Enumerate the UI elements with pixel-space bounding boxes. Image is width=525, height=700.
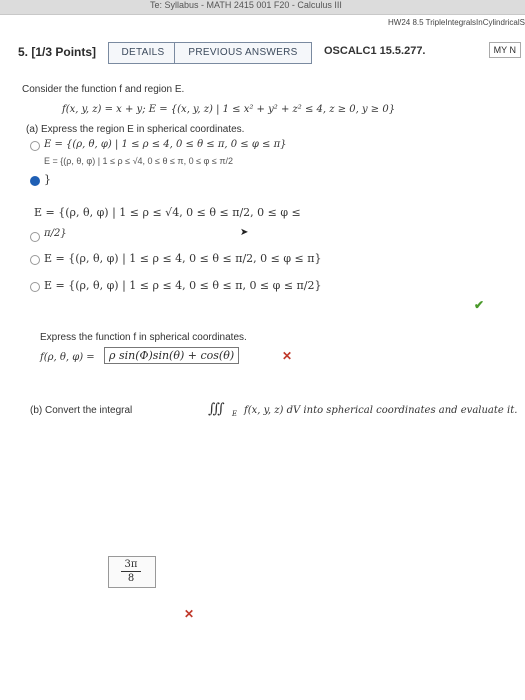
my-notes-button[interactable]: MY N — [488, 42, 521, 58]
f-spherical-answer-field[interactable]: ρ sin(Φ)sin(θ) + cos(θ) — [104, 347, 240, 364]
browser-tab-bar: Te: Syllabus - MATH 2415 001 F20 - Calcu… — [0, 0, 525, 15]
browser-tab-hw24[interactable]: HW24 8.5 TripleIntegralsInCylindricalS..… — [388, 18, 525, 27]
option-3-text: E = {(ρ, θ, φ) | 1 ≤ ρ ≤ √4, 0 ≤ θ ≤ π/2… — [34, 206, 301, 219]
option-4-radio[interactable] — [30, 255, 40, 265]
question-number: 5. [1/3 Points] — [18, 45, 97, 59]
details-button[interactable]: DETAILS — [108, 42, 178, 64]
integral-region-E: E — [232, 410, 238, 418]
answer-fraction: 3π 8 — [121, 559, 141, 584]
correct-check-icon: ✔ — [474, 298, 485, 312]
express-f-prompt: Express the function f in spherical coor… — [40, 332, 247, 343]
option-2-radio[interactable] — [30, 176, 40, 186]
option-1-text: E = {(ρ, θ, φ) | 1 ≤ ρ ≤ 4, 0 ≤ θ ≤ π, 0… — [44, 139, 287, 150]
option-5-radio[interactable] — [30, 282, 40, 292]
previous-answers-button[interactable]: PREVIOUS ANSWERS — [174, 42, 312, 64]
prompt-definition: f(x, y, z) = x + y; E = {(x, y, z) | 1 ≤… — [62, 104, 396, 115]
page: Te: Syllabus - MATH 2415 001 F20 - Calcu… — [0, 0, 525, 700]
course-code: OSCALC1 15.5.277. — [324, 45, 426, 57]
option-1-radio[interactable] — [30, 141, 40, 151]
prompt-intro: Consider the function f and region E. — [22, 84, 185, 95]
part-b-answer-field[interactable]: 3π 8 — [108, 556, 156, 588]
question-header: 5. [1/3 Points] DETAILS PREVIOUS ANSWERS… — [8, 35, 508, 75]
f-spherical-label: f(ρ, θ, φ) = — [40, 352, 95, 363]
answer-denominator: 8 — [127, 573, 135, 584]
triple-integral-symbol: ∭ — [208, 401, 225, 417]
part-b-integrand: f(x, y, z) dV into spherical coordinates… — [244, 405, 518, 416]
option-3-radio[interactable] — [30, 232, 40, 242]
browser-tab-title[interactable]: Te: Syllabus - MATH 2415 001 F20 - Calcu… — [150, 0, 342, 10]
option-2-continuation: } — [44, 173, 51, 186]
part-b-label: (b) Convert the integral — [30, 405, 133, 416]
option-3-continuation: π/2} — [44, 228, 67, 239]
wrong-x-icon: ✕ — [282, 349, 293, 363]
part-b-wrong-x-icon: ✕ — [184, 607, 195, 621]
option-2-text: E = {(ρ, θ, φ) | 1 ≤ ρ ≤ √4, 0 ≤ θ ≤ π, … — [44, 156, 234, 166]
answer-numerator: 3π — [121, 559, 141, 572]
mouse-cursor-icon: ➤ — [240, 227, 249, 238]
option-5-text: E = {(ρ, θ, φ) | 1 ≤ ρ ≤ 4, 0 ≤ θ ≤ π, 0… — [44, 279, 322, 292]
part-a-label: (a) Express the region E in spherical co… — [26, 124, 245, 135]
option-4-text: E = {(ρ, θ, φ) | 1 ≤ ρ ≤ 4, 0 ≤ θ ≤ π/2,… — [44, 252, 322, 265]
